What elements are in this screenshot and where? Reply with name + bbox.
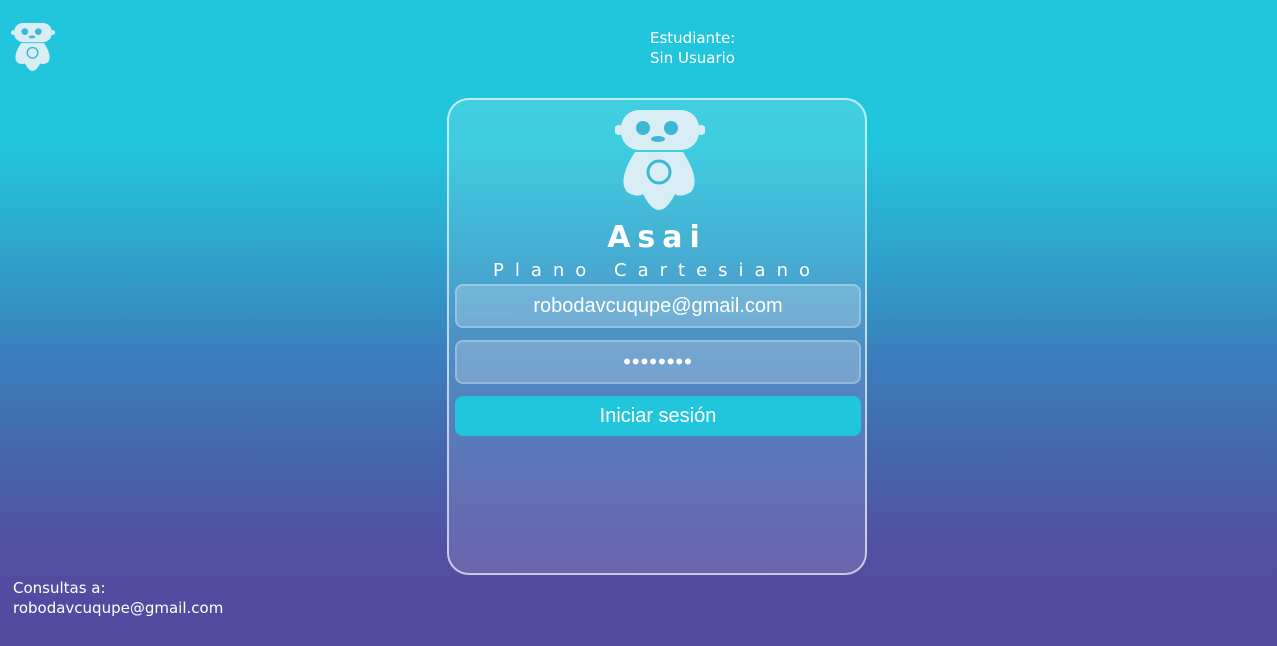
contact-label: Consultas a: <box>13 579 106 597</box>
contact-email: robodavcuqupe@gmail.com <box>13 599 224 617</box>
app-subtitle: Plano Cartesiano <box>493 260 821 281</box>
contact-info: Consultas a: robodavcuqupe@gmail.com <box>13 578 223 618</box>
student-label: Estudiante: <box>650 29 736 47</box>
password-field[interactable] <box>455 340 861 384</box>
login-button[interactable]: Iniciar sesión <box>455 396 861 436</box>
app-title: Asai <box>607 220 707 255</box>
login-card: Asai Plano Cartesiano Iniciar sesión <box>447 98 867 575</box>
email-field[interactable] <box>455 284 861 328</box>
student-name: Sin Usuario <box>650 49 735 67</box>
robot-icon <box>614 108 706 212</box>
student-info: Estudiante: Sin Usuario <box>650 28 735 68</box>
robot-icon <box>10 22 56 72</box>
